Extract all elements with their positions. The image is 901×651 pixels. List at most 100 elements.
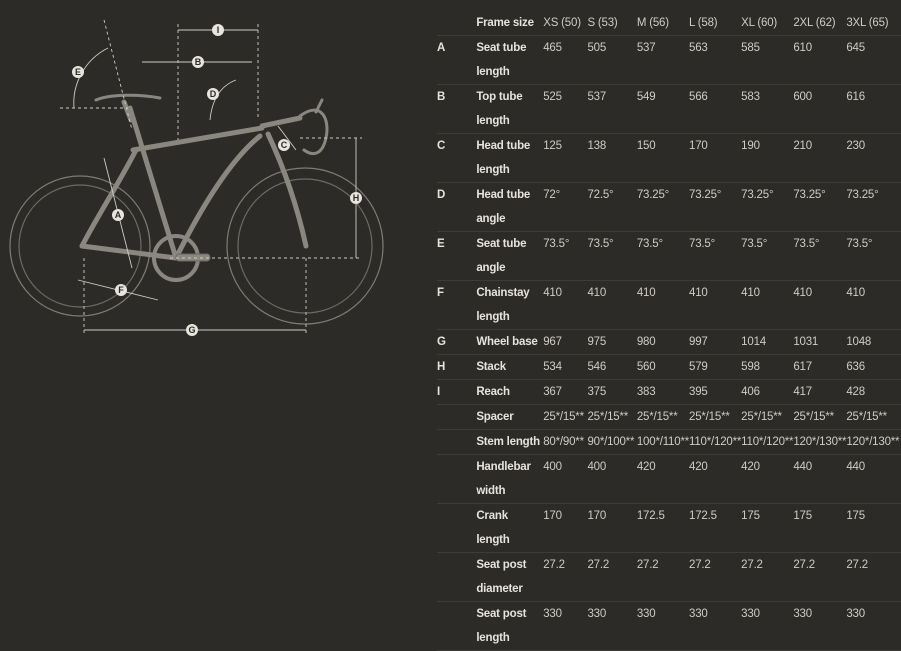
row-value: 534 (543, 361, 562, 373)
row-value: 73.25° (793, 189, 826, 201)
row-name: Seat tube angle (476, 238, 527, 274)
row-value: 172.5 (636, 510, 665, 522)
row-value: 617 (793, 361, 812, 373)
table-row: Handlebar width 400 400 420 420 420 440 440 (437, 455, 901, 504)
row-name: Head tube angle (476, 189, 531, 225)
row-value: 175 (846, 510, 865, 522)
row-value: 27.2 (636, 559, 659, 571)
row-value: 1048 (846, 336, 872, 348)
row-letter: C (437, 140, 446, 152)
row-value: 25*/15** (587, 411, 629, 423)
row-name: Seat post diameter (476, 559, 527, 595)
stem (259, 115, 303, 129)
row-value: 997 (689, 336, 708, 348)
row-value: 610 (793, 42, 812, 54)
row-value: 73.5° (846, 238, 873, 250)
table-row: H Stack 534 546 560 579 598 617 636 (437, 355, 901, 380)
row-value: 400 (543, 461, 562, 473)
row-letter (437, 455, 476, 504)
header-size: 2XL (62) (793, 17, 836, 29)
bike-geometry-diagram: I B E D C H A F G (9, 19, 384, 336)
row-value: 73.25° (741, 189, 774, 201)
row-value: 616 (846, 91, 865, 103)
row-value: 420 (689, 461, 708, 473)
table-row: Crank length 170 170 172.5 172.5 175 175 175 (437, 504, 901, 553)
row-name: Seat post length (476, 608, 527, 644)
row-value: 579 (689, 361, 708, 373)
row-value: 73.5° (793, 238, 820, 250)
row-value: 1014 (741, 336, 766, 348)
row-name: Spacer (476, 411, 514, 423)
row-value: 410 (587, 287, 607, 299)
row-value: 330 (636, 608, 656, 620)
seat-stay (79, 147, 139, 249)
table-row: B Top tube length 525 537 549 566 583 600 616 (437, 85, 901, 134)
row-value: 330 (741, 608, 760, 620)
saddle (94, 93, 162, 102)
row-name: Handlebar width (476, 461, 531, 497)
row-value: 410 (689, 287, 708, 299)
row-value: 27.2 (846, 559, 868, 571)
svg-text:B: B (195, 57, 202, 67)
row-value: 410 (636, 287, 656, 299)
row-value: 138 (587, 140, 607, 152)
row-value: 25*/15** (793, 411, 834, 423)
row-value: 428 (846, 386, 865, 398)
row-value: 170 (689, 140, 708, 152)
row-value: 645 (846, 42, 865, 54)
label-f: F (115, 284, 127, 296)
row-value: 440 (846, 461, 865, 473)
row-value: 80*/90** (543, 436, 584, 448)
row-value: 410 (741, 287, 760, 299)
row-letter: F (437, 287, 444, 299)
row-value: 73.5° (689, 238, 715, 250)
row-value: 172.5 (689, 510, 717, 522)
label-i: I (212, 24, 224, 36)
row-value: 72.5° (587, 189, 614, 201)
row-value: 175 (793, 510, 812, 522)
svg-text:A: A (115, 210, 122, 220)
table-row: C Head tube length 125 138 150 170 190 210 230 (437, 134, 901, 183)
svg-text:G: G (188, 325, 195, 335)
row-value: 465 (543, 42, 562, 54)
row-value: 330 (689, 608, 708, 620)
row-value: 170 (543, 510, 562, 522)
label-e: E (72, 66, 84, 78)
row-letter: H (437, 361, 446, 373)
row-value: 175 (741, 510, 760, 522)
row-letter: I (437, 386, 440, 398)
row-value: 636 (846, 361, 865, 373)
svg-text:I: I (217, 25, 220, 35)
table-header-row: Frame size XS (50) S (53) M (56) L (58) … (437, 11, 901, 36)
row-value: 170 (587, 510, 607, 522)
row-value: 25*/15** (741, 411, 782, 423)
svg-text:F: F (118, 285, 124, 295)
row-value: 230 (846, 140, 865, 152)
row-name: Seat tube length (476, 42, 527, 78)
row-value: 330 (846, 608, 865, 620)
row-value: 73.25° (636, 189, 670, 201)
row-name: Chainstay length (476, 287, 530, 323)
row-value: 598 (741, 361, 760, 373)
row-value: 190 (741, 140, 760, 152)
row-value: 25*/15** (636, 411, 678, 423)
row-value: 27.2 (793, 559, 815, 571)
row-value: 400 (587, 461, 607, 473)
row-value: 1031 (793, 336, 819, 348)
row-value: 330 (587, 608, 607, 620)
label-g: G (186, 324, 198, 336)
header-size: M (56) (636, 17, 669, 29)
row-letter (437, 405, 476, 430)
row-name: Stack (476, 361, 506, 373)
table-row: E Seat tube angle 73.5° 73.5° 73.5° 73.5° 73.5… (437, 232, 901, 281)
row-letter: E (437, 238, 445, 250)
table-row: G Wheel base 967 975 980 997 1014 1031 1048 (437, 330, 901, 355)
row-value: 73.5° (587, 238, 614, 250)
row-value: 73.25° (689, 189, 722, 201)
row-value: 410 (543, 287, 562, 299)
row-value: 563 (689, 42, 708, 54)
row-value: 210 (793, 140, 812, 152)
row-value: 505 (587, 42, 607, 54)
row-value: 406 (741, 386, 760, 398)
label-h: H (350, 192, 362, 204)
